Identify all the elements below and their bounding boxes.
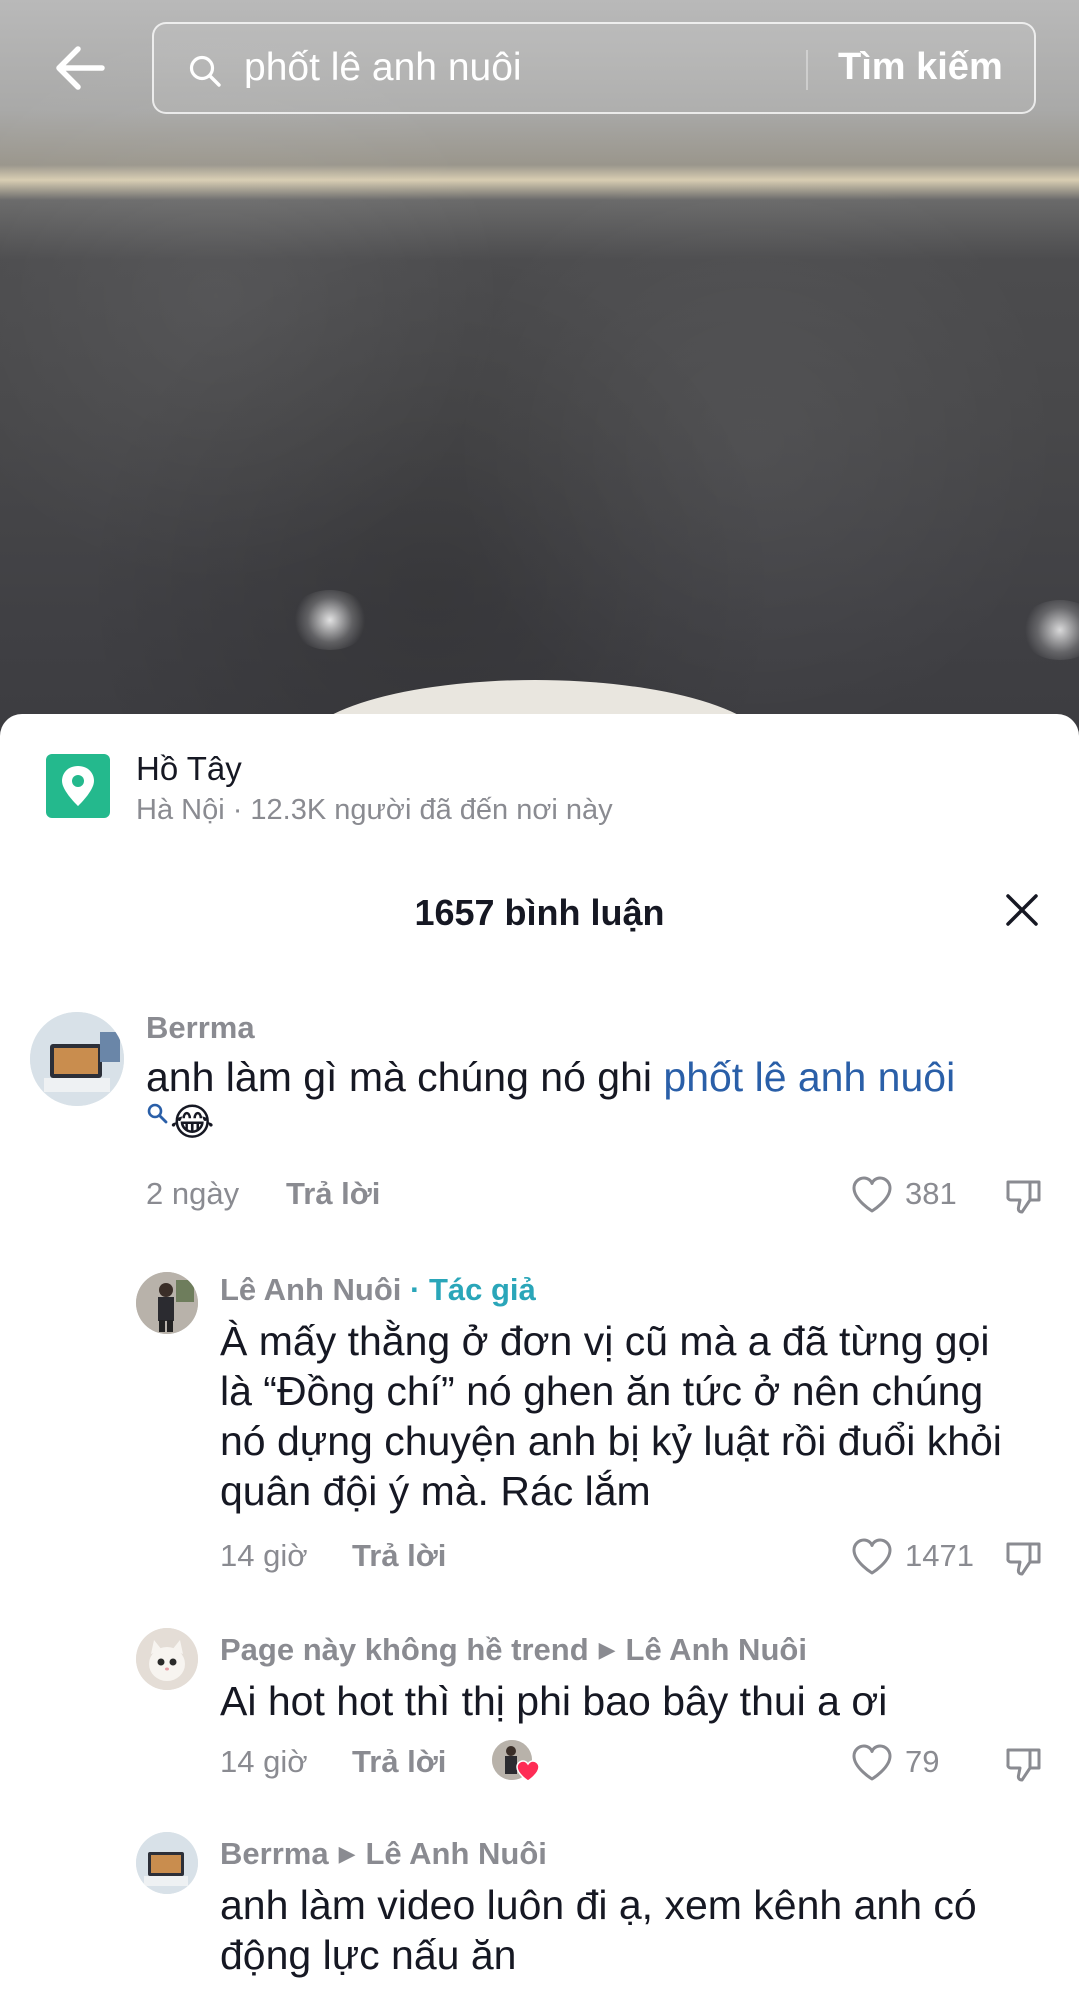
comment-username[interactable]: Berrma ▶ Lê Anh Nuôi bbox=[220, 1836, 547, 1872]
like-count: 79 bbox=[905, 1744, 940, 1779]
reply-arrow-icon: ▶ bbox=[598, 1637, 616, 1662]
avatar[interactable] bbox=[136, 1832, 198, 1894]
username-text: Lê Anh Nuôi bbox=[220, 1272, 402, 1307]
comment-username[interactable]: Lê Anh Nuôi · Tác giả bbox=[220, 1272, 536, 1308]
dislike-icon[interactable] bbox=[1004, 1538, 1044, 1578]
location-pin-icon bbox=[46, 754, 110, 818]
search-bar[interactable]: phốt lê anh nuôi Tìm kiếm bbox=[152, 22, 1036, 114]
comment-username[interactable]: Berrma bbox=[146, 1010, 255, 1046]
comment-text-body: anh làm gì mà chúng nó ghi bbox=[146, 1054, 664, 1100]
comment-text: À mấy thằng ở đơn vị cũ mà a đã từng gọi… bbox=[220, 1318, 1002, 1514]
username-text: Berrma bbox=[220, 1836, 329, 1871]
reply-button[interactable]: Trả lời bbox=[352, 1744, 446, 1780]
reply-arrow-icon: ▶ bbox=[338, 1841, 356, 1866]
comments-count-title: 1657 bình luận bbox=[414, 892, 665, 933]
avatar[interactable] bbox=[136, 1272, 198, 1334]
close-button[interactable] bbox=[1002, 890, 1042, 930]
search-divider bbox=[806, 50, 808, 90]
search-icon bbox=[189, 55, 221, 87]
dislike-icon[interactable] bbox=[1004, 1176, 1044, 1216]
comment-text: anh làm gì mà chúng nó ghi phốt lê anh n… bbox=[146, 1052, 1046, 1102]
back-arrow-icon bbox=[56, 46, 105, 90]
like-count: 381 bbox=[905, 1176, 957, 1211]
comment-username[interactable]: Page này không hề trend ▶ Lê Anh Nuôi bbox=[220, 1632, 807, 1668]
author-badge: · Tác giả bbox=[401, 1272, 536, 1307]
avatar[interactable] bbox=[30, 1012, 124, 1106]
heart-icon[interactable] bbox=[851, 1538, 893, 1576]
avatar[interactable] bbox=[136, 1628, 198, 1690]
location-subtitle: Hà Nội · 12.3K người đã đến nơi này bbox=[136, 794, 613, 826]
location-name: Hồ Tây bbox=[136, 750, 242, 787]
heart-icon[interactable] bbox=[851, 1176, 893, 1214]
username-text: Page này không hề trend bbox=[220, 1632, 589, 1667]
comment-text: Ai hot hot thì thị phi bao bây thui a ơi bbox=[220, 1678, 888, 1724]
back-button[interactable] bbox=[50, 38, 110, 98]
light-reflection bbox=[290, 590, 370, 650]
search-input[interactable]: phốt lê anh nuôi bbox=[244, 46, 522, 90]
reply-to-name[interactable]: Lê Anh Nuôi bbox=[626, 1632, 807, 1667]
comments-sheet: Hồ Tây Hà Nội · 12.3K người đã đến nơi n… bbox=[0, 714, 1079, 2005]
reply-button[interactable]: Trả lời bbox=[286, 1176, 380, 1212]
comment-time: 14 giờ bbox=[220, 1538, 308, 1573]
search-submit-button[interactable]: Tìm kiếm bbox=[838, 46, 1003, 89]
comment-time: 2 ngày bbox=[146, 1176, 240, 1211]
reply-to-name[interactable]: Lê Anh Nuôi bbox=[365, 1836, 546, 1871]
comment-text: anh làm video luôn đi ạ, xem kênh anh có… bbox=[220, 1882, 977, 1978]
heart-icon[interactable] bbox=[851, 1744, 893, 1782]
dislike-icon[interactable] bbox=[1004, 1744, 1044, 1784]
heart-icon bbox=[516, 1760, 540, 1782]
comment-time: 14 giờ bbox=[220, 1744, 308, 1779]
close-icon bbox=[1006, 894, 1038, 926]
reply-button[interactable]: Trả lời bbox=[352, 1538, 446, 1574]
search-keyword-link[interactable]: phốt lê anh nuôi bbox=[663, 1054, 955, 1100]
like-count: 1471 bbox=[905, 1538, 974, 1573]
search-small-icon[interactable] bbox=[146, 1102, 170, 1126]
emoji: 😂 bbox=[170, 1102, 215, 1144]
